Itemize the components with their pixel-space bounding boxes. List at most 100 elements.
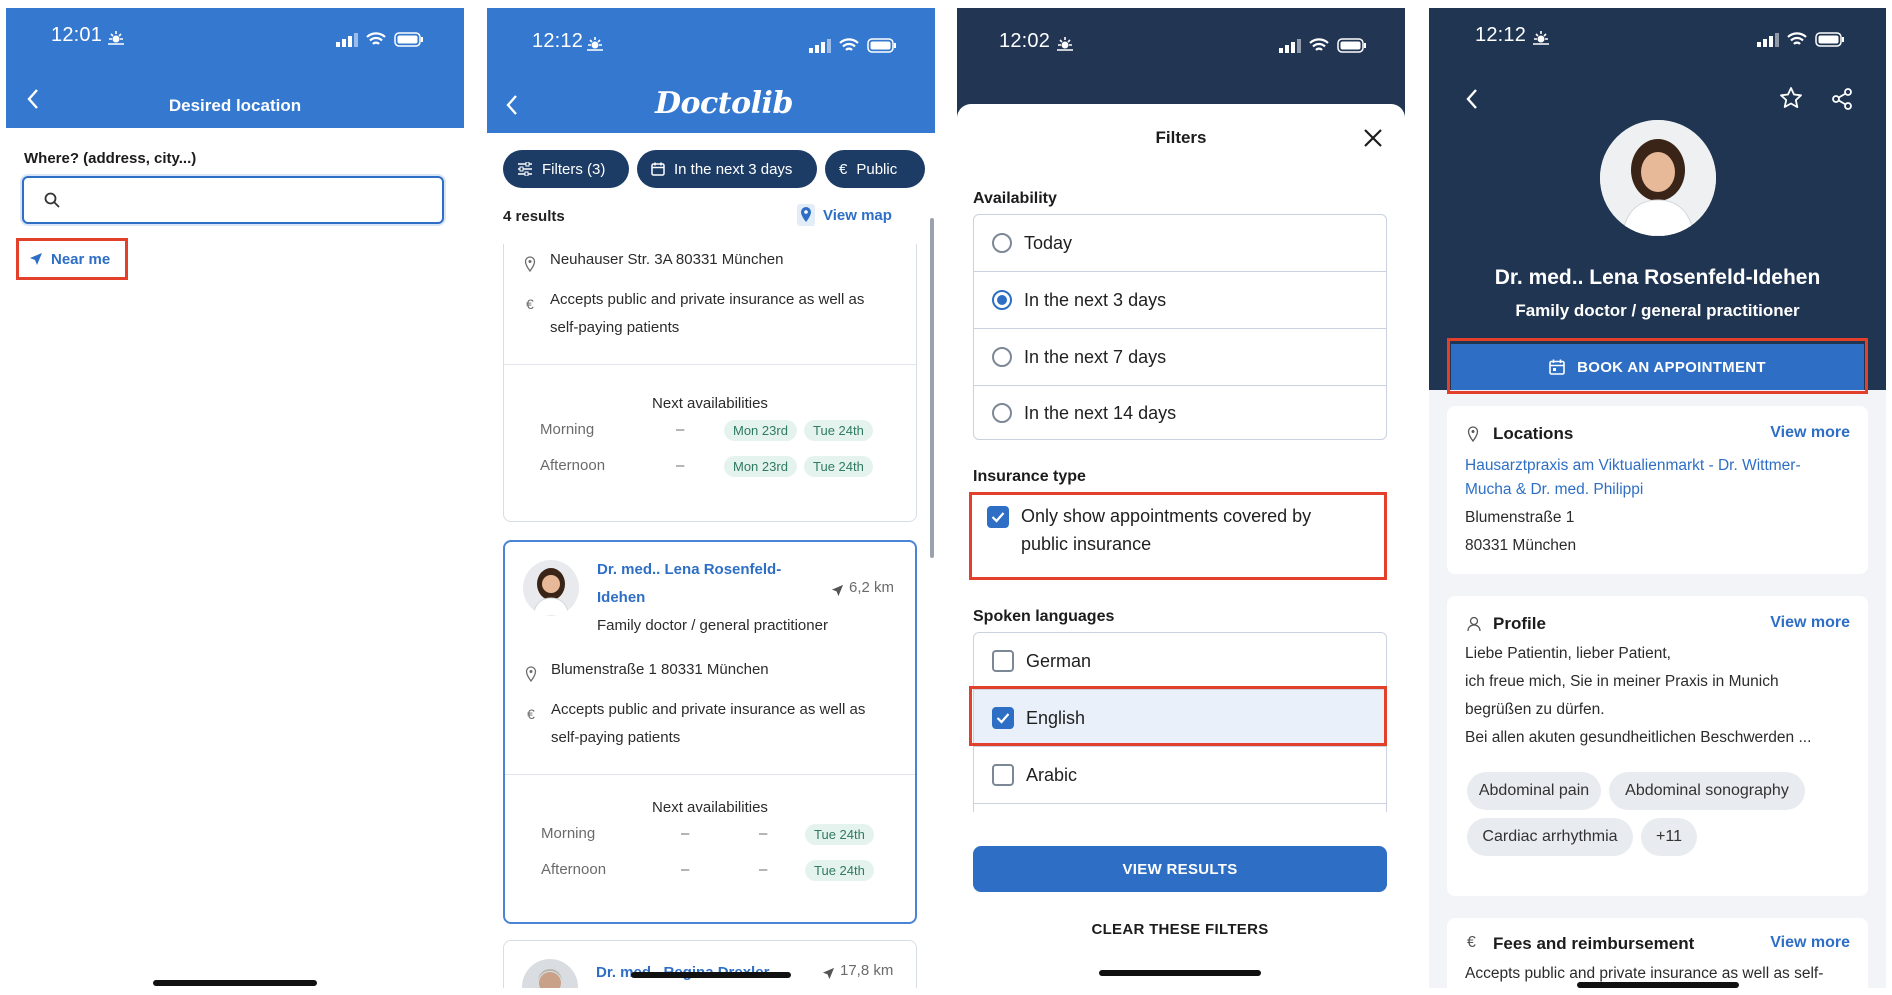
afternoon-label: Afternoon bbox=[541, 861, 607, 878]
checkbox[interactable] bbox=[992, 650, 1014, 672]
insurance-label-line1: Only show appointments covered by bbox=[1021, 506, 1312, 526]
radio-button[interactable] bbox=[992, 403, 1012, 423]
euro-icon: € bbox=[527, 706, 535, 722]
profile-title: Profile bbox=[1493, 614, 1546, 633]
radio-button[interactable] bbox=[992, 347, 1012, 367]
expertise-tag[interactable]: Cardiac arrhythmia bbox=[1467, 818, 1633, 856]
header: 12:12 Doctolib bbox=[487, 8, 935, 133]
book-appointment-label: BOOK AN APPOINTMENT bbox=[1577, 358, 1766, 376]
screen-desired-location: 12:01 Desired location Where? (address, … bbox=[6, 8, 464, 988]
checkbox-checked[interactable] bbox=[987, 506, 1009, 528]
slot-button[interactable]: Mon 23rd bbox=[724, 456, 797, 477]
navigation-arrow-icon bbox=[822, 967, 835, 980]
divider bbox=[974, 803, 1386, 804]
star-icon[interactable] bbox=[1779, 86, 1803, 110]
card-address: Blumenstraße 1 80331 München bbox=[551, 661, 769, 678]
location-pin-icon bbox=[525, 666, 537, 682]
availability-option-today[interactable]: Today bbox=[974, 215, 1386, 271]
search-icon bbox=[44, 192, 60, 208]
profile-panel: Profile View more Liebe Patientin, liebe… bbox=[1447, 596, 1868, 896]
back-chevron-icon[interactable] bbox=[505, 94, 519, 116]
screen-search-results: 12:12 Doctolib Filters (3) In the next 3… bbox=[487, 8, 935, 988]
slot-button[interactable]: Mon 23rd bbox=[724, 420, 797, 441]
insurance-label-line2: public insurance bbox=[1021, 534, 1152, 554]
home-indicator bbox=[631, 972, 791, 978]
home-indicator bbox=[1099, 970, 1261, 976]
next-availabilities-label: Next availabilities bbox=[652, 395, 768, 412]
profile-text-line: begrüßen zu dürfen. bbox=[1465, 701, 1605, 718]
language-option-arabic[interactable]: Arabic bbox=[974, 747, 1386, 803]
location-search-input[interactable] bbox=[22, 176, 444, 224]
card-address: Neuhauser Str. 3A 80331 München bbox=[550, 251, 784, 268]
clear-filters-button[interactable]: CLEAR THESE FILTERS bbox=[973, 921, 1387, 938]
insurance-chip[interactable]: € Public bbox=[825, 150, 925, 188]
checkbox[interactable] bbox=[992, 764, 1014, 786]
status-icons bbox=[336, 32, 424, 47]
insurance-option[interactable]: Only show appointments covered by public… bbox=[977, 502, 1377, 572]
location-link-line2[interactable]: Mucha & Dr. med. Philippi bbox=[1465, 476, 1643, 504]
screen-filters: 12:02 Filters Availability Today In the … bbox=[957, 8, 1405, 988]
availability-option-3-days[interactable]: In the next 3 days bbox=[974, 272, 1386, 328]
availability-option-7-days[interactable]: In the next 7 days bbox=[974, 329, 1386, 385]
status-time: 12:01 bbox=[51, 24, 103, 46]
profile-view-more[interactable]: View more bbox=[1770, 614, 1850, 632]
avatar bbox=[522, 959, 578, 988]
card-insurance-line2: self-paying patients bbox=[551, 729, 681, 746]
doctor-card[interactable]: Dr. med.. Regina Drexler 17,8 km bbox=[503, 940, 917, 988]
morning-label: Morning bbox=[540, 421, 595, 438]
option-label: Arabic bbox=[1026, 764, 1078, 785]
expertise-tag[interactable]: Abdominal sonography bbox=[1609, 772, 1805, 810]
expertise-tag[interactable]: Abdominal pain bbox=[1467, 772, 1601, 810]
slot-button[interactable]: Tue 24th bbox=[804, 456, 873, 477]
near-me-button[interactable]: Near me bbox=[16, 238, 128, 280]
radio-button-selected[interactable] bbox=[992, 290, 1012, 310]
slot-button[interactable]: Tue 24th bbox=[805, 860, 874, 881]
close-icon[interactable] bbox=[1363, 128, 1383, 148]
wifi-icon bbox=[839, 38, 859, 53]
wifi-icon bbox=[1787, 32, 1807, 47]
slot-empty: – bbox=[676, 421, 685, 438]
sliders-icon bbox=[517, 162, 533, 176]
screen-doctor-profile: 12:12 Dr. med.. Lena Rosenfeld-Idehen Fa… bbox=[1429, 8, 1886, 988]
profile-text-line: ich freue mich, Sie in meiner Praxis in … bbox=[1465, 673, 1779, 690]
view-results-button[interactable]: VIEW RESULTS bbox=[973, 846, 1387, 892]
slot-button[interactable]: Tue 24th bbox=[804, 420, 873, 441]
locations-view-more[interactable]: View more bbox=[1770, 424, 1850, 442]
option-label: In the next 3 days bbox=[1024, 289, 1167, 310]
status-icons bbox=[1757, 32, 1845, 47]
results-count: 4 results bbox=[503, 208, 565, 225]
battery-icon bbox=[1337, 38, 1367, 53]
language-option-german[interactable]: German bbox=[974, 633, 1386, 689]
book-appointment-button[interactable]: BOOK AN APPOINTMENT bbox=[1451, 344, 1864, 390]
card-insurance-line1: Accepts public and private insurance as … bbox=[551, 701, 866, 718]
more-tags-badge[interactable]: +11 bbox=[1641, 818, 1697, 856]
view-map-link[interactable]: View map bbox=[797, 204, 892, 226]
back-chevron-icon[interactable] bbox=[1465, 88, 1479, 110]
slot-button[interactable]: Tue 24th bbox=[805, 824, 874, 845]
english-highlight bbox=[969, 686, 1387, 746]
doctor-card-selected[interactable]: Dr. med.. Lena Rosenfeld- Idehen 6,2 km … bbox=[503, 540, 917, 924]
view-map-label: View map bbox=[823, 206, 892, 224]
home-indicator bbox=[153, 980, 317, 986]
filters-chip[interactable]: Filters (3) bbox=[503, 150, 629, 188]
date-chip[interactable]: In the next 3 days bbox=[637, 150, 817, 188]
wifi-icon bbox=[366, 32, 386, 47]
calendar-icon bbox=[1549, 359, 1565, 375]
status-icons bbox=[1279, 38, 1367, 53]
afternoon-label: Afternoon bbox=[540, 457, 606, 474]
doctor-card[interactable]: Neuhauser Str. 3A 80331 München € Accept… bbox=[503, 244, 917, 522]
doctor-name-line1[interactable]: Dr. med.. Lena Rosenfeld- bbox=[597, 556, 781, 584]
euro-icon: € bbox=[1467, 934, 1476, 951]
person-icon bbox=[1467, 616, 1481, 632]
calendar-icon bbox=[651, 162, 665, 176]
doctolib-logo: Doctolib bbox=[655, 86, 793, 121]
scrollbar[interactable] bbox=[930, 218, 934, 558]
share-icon[interactable] bbox=[1831, 88, 1853, 110]
where-label: Where? (address, city...) bbox=[24, 150, 197, 167]
map-pin-icon bbox=[797, 204, 815, 226]
signal-icon bbox=[1757, 32, 1779, 47]
availability-option-14-days[interactable]: In the next 14 days bbox=[974, 385, 1386, 439]
radio-button[interactable] bbox=[992, 233, 1012, 253]
fees-view-more[interactable]: View more bbox=[1770, 934, 1850, 952]
doctor-name-line2[interactable]: Idehen bbox=[597, 584, 645, 612]
